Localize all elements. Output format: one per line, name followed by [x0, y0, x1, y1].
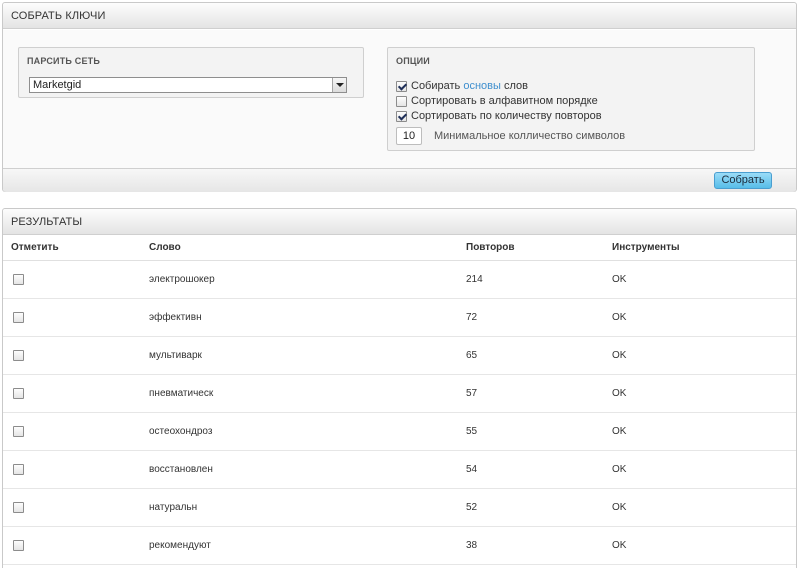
row-tools[interactable]: OK [612, 274, 626, 285]
min-chars-label: Минимальное колличество символов [434, 130, 626, 142]
option-sort-repeats: Сортировать по количеству повторов [396, 109, 602, 123]
row-repeats: 72 [466, 312, 478, 323]
collect-roots-label: Собирать основы слов [411, 80, 528, 92]
collect-button[interactable]: Собрать [714, 172, 772, 189]
collect-roots-checkbox[interactable] [396, 80, 407, 92]
row-repeats: 54 [466, 464, 478, 475]
collect-keys-footer: Собрать [3, 168, 796, 192]
sort-repeats-label: Сортировать по количеству повторов [411, 110, 602, 122]
sort-repeats-checkbox[interactable] [396, 110, 407, 122]
row-word: восстановлен [149, 464, 213, 475]
option-sort-alpha: Сортировать в алфавитном порядке [396, 94, 598, 108]
row-checkbox[interactable] [13, 312, 24, 323]
row-checkbox[interactable] [13, 540, 24, 551]
chevron-down-icon[interactable] [332, 78, 346, 92]
table-row: натуральн 52 OK [3, 489, 796, 527]
results-table: Отметить Слово Повторов Инструменты элек… [3, 236, 796, 565]
column-header-word[interactable]: Слово [149, 242, 181, 253]
table-row: пневматическ 57 OK [3, 375, 796, 413]
column-header-repeats[interactable]: Повторов [466, 242, 515, 253]
row-checkbox[interactable] [13, 464, 24, 475]
table-row: электрошокер 214 OK [3, 261, 796, 299]
parse-network-label: ПАРСИТЬ СЕТЬ [27, 56, 101, 66]
row-word: пневматическ [149, 388, 214, 399]
row-word: остеохондроз [149, 426, 213, 437]
row-tools[interactable]: OK [612, 350, 626, 361]
row-repeats: 38 [466, 540, 478, 551]
row-checkbox[interactable] [13, 426, 24, 437]
row-checkbox[interactable] [13, 350, 24, 361]
row-checkbox[interactable] [13, 502, 24, 513]
row-word: мультиварк [149, 350, 202, 361]
row-repeats: 52 [466, 502, 478, 513]
sort-alpha-label: Сортировать в алфавитном порядке [411, 95, 598, 107]
options-label: ОПЦИИ [396, 56, 430, 66]
table-row: эффективн 72 OK [3, 299, 796, 337]
row-word: натуральн [149, 502, 198, 513]
row-tools[interactable]: OK [612, 312, 626, 323]
table-row: восстановлен 54 OK [3, 451, 796, 489]
network-select-value: Marketgid [33, 79, 82, 91]
collect-keys-body: ПАРСИТЬ СЕТЬ Marketgid ОПЦИИ Собирать ос… [3, 30, 796, 168]
row-tools[interactable]: OK [612, 502, 626, 513]
column-header-tools: Инструменты [612, 242, 680, 253]
row-tools[interactable]: OK [612, 540, 626, 551]
options-box: ОПЦИИ Собирать основы слов Сортировать в… [387, 47, 755, 151]
collect-keys-panel: СОБРАТЬ КЛЮЧИ ПАРСИТЬ СЕТЬ Marketgid ОПЦ… [2, 2, 797, 192]
row-tools[interactable]: OK [612, 426, 626, 437]
row-checkbox[interactable] [13, 274, 24, 285]
row-repeats: 55 [466, 426, 478, 437]
option-collect-roots: Собирать основы слов [396, 79, 528, 93]
row-word: эффективн [149, 312, 202, 323]
parse-network-box: ПАРСИТЬ СЕТЬ Marketgid [18, 47, 364, 98]
row-repeats: 65 [466, 350, 478, 361]
results-panel: РЕЗУЛЬТАТЫ Отметить Слово Повторов Инстр… [2, 208, 797, 568]
roots-link[interactable]: основы [463, 80, 501, 92]
row-tools[interactable]: OK [612, 464, 626, 475]
row-checkbox[interactable] [13, 388, 24, 399]
table-row: рекомендуют 38 OK [3, 527, 796, 565]
row-repeats: 214 [466, 274, 483, 285]
table-header: Отметить Слово Повторов Инструменты [3, 236, 796, 261]
network-select[interactable]: Marketgid [29, 77, 347, 93]
column-header-mark[interactable]: Отметить [11, 242, 59, 253]
row-word: электрошокер [149, 274, 215, 285]
row-tools[interactable]: OK [612, 388, 626, 399]
row-repeats: 57 [466, 388, 478, 399]
table-row: мультиварк 65 OK [3, 337, 796, 375]
row-word: рекомендуют [149, 540, 211, 551]
collect-keys-title: СОБРАТЬ КЛЮЧИ [3, 3, 796, 29]
results-title: РЕЗУЛЬТАТЫ [3, 209, 796, 235]
min-chars-input[interactable]: 10 [396, 127, 422, 145]
sort-alpha-checkbox[interactable] [396, 95, 407, 107]
table-row: остеохондроз 55 OK [3, 413, 796, 451]
